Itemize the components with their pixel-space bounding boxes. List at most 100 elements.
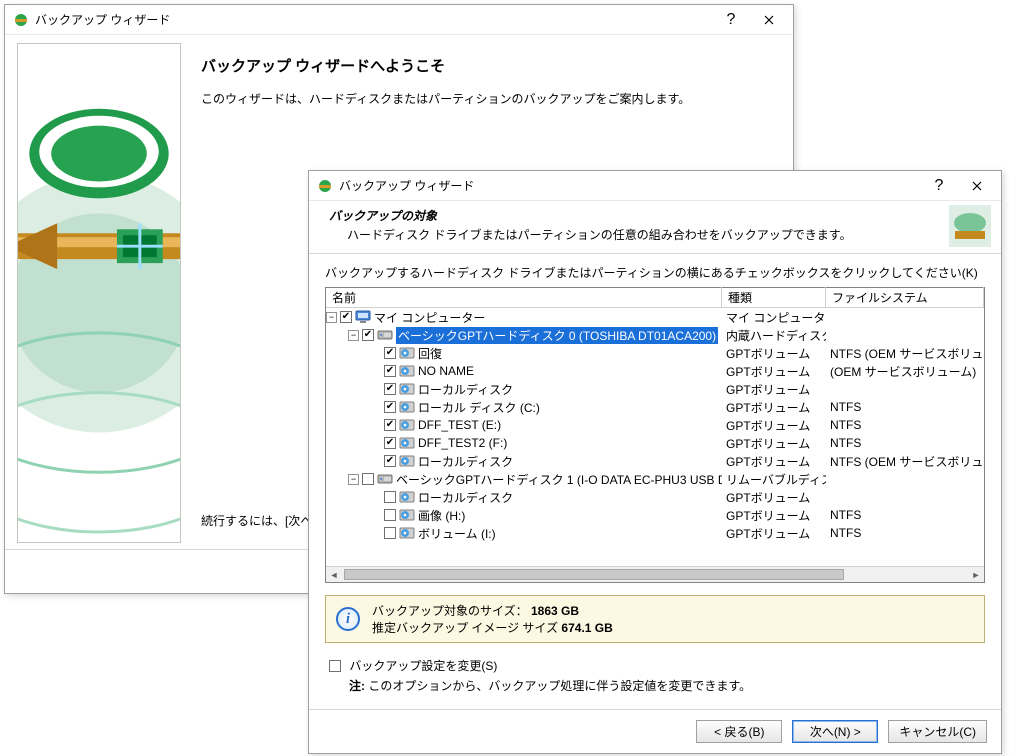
cancel-button[interactable]: キャンセル(C) [888,720,987,743]
row-checkbox[interactable] [384,527,396,539]
collapse-icon[interactable]: − [348,474,359,485]
row-filesystem: NTFS (OEM サービスボリューム [826,345,984,362]
tree-row[interactable]: DFF_TEST2 (F:)GPTボリュームNTFS [326,434,984,452]
note-prefix: 注: [349,679,365,693]
volume-icon [399,345,415,361]
scroll-left-arrow[interactable]: ◄ [326,567,342,582]
tree-row[interactable]: − マイ コンピューター マイ コンピューター [326,308,984,326]
tree-row[interactable]: ローカルディスクGPTボリュームNTFS (OEM サービスボリューム [326,452,984,470]
collapse-icon[interactable]: − [348,330,359,341]
volume-icon [399,507,415,523]
column-type[interactable]: 種類 [722,287,826,308]
info-size-value: 1863 GB [531,604,579,618]
tree-row[interactable]: − ベーシックGPTハードディスク 1 (I-O DATA EC-PHU3 USB… [326,470,984,488]
tree-row[interactable]: ボリューム (I:)GPTボリュームNTFS [326,524,984,542]
app-icon [13,12,29,28]
section-header: バックアップの対象 ハードディスク ドライブまたはパーティションの任意の組み合わ… [309,201,1001,254]
section-title: バックアップの対象 [329,207,987,224]
close-button[interactable] [749,6,789,34]
hdd-icon [377,327,393,343]
row-label: ベーシックGPTハードディスク 1 (I-O DATA EC-PHU3 USB … [396,471,722,488]
row-checkbox[interactable] [384,491,396,503]
info-icon: i [336,607,360,631]
collapse-icon[interactable]: − [326,312,337,323]
column-filesystem[interactable]: ファイルシステム [826,287,984,308]
volume-icon [399,489,415,505]
row-checkbox[interactable] [384,455,396,467]
row-type: GPTボリューム [722,525,826,542]
tree-rows: − マイ コンピューター マイ コンピューター − ベーシックGPTハードディスク 0 … [326,308,984,566]
row-filesystem: (OEM サービスボリューム) [826,363,984,380]
row-filesystem: NTFS [826,508,984,522]
row-filesystem: NTFS (OEM サービスボリューム [826,453,984,470]
tree-row[interactable]: 画像 (H:) GPTボリュームNTFS [326,506,984,524]
next-button[interactable]: 次へ(N) > [792,720,878,743]
column-name[interactable]: 名前 [326,287,722,308]
row-filesystem: NTFS [826,400,984,414]
row-checkbox[interactable] [362,329,374,341]
row-checkbox[interactable] [384,401,396,413]
row-checkbox[interactable] [362,473,374,485]
row-label: マイ コンピューター [374,309,485,326]
tree-header: 名前 種類 ファイルシステム [326,288,984,308]
back-button[interactable]: < 戻る(B) [696,720,782,743]
change-settings-label: バックアップ設定を変更(S) [349,659,497,673]
volume-icon [399,417,415,433]
hdd-icon [377,471,393,487]
volume-icon [399,399,415,415]
tree-row[interactable]: ローカル ディスク (C:) GPTボリュームNTFS [326,398,984,416]
volume-icon [399,381,415,397]
row-type: リムーバブルディスク [722,471,826,488]
row-filesystem: NTFS [826,526,984,540]
wizard-subtext: このウィザードは、ハードディスクまたはパーティションのバックアップをご案内します… [201,90,773,107]
volume-icon [399,435,415,451]
row-filesystem: NTFS [826,418,984,432]
wizard-continue-text: 続行するには、[次へ] [201,512,316,529]
tree-row[interactable]: DFF_TEST (E:)GPTボリュームNTFS [326,416,984,434]
row-checkbox[interactable] [340,311,352,323]
row-type: GPTボリューム [722,435,826,452]
tree-row[interactable]: 回復GPTボリュームNTFS (OEM サービスボリューム [326,344,984,362]
help-button[interactable]: ? [713,6,749,34]
row-checkbox[interactable] [384,347,396,359]
section-icon [949,205,991,247]
expander-blank [370,366,381,377]
close-button[interactable] [957,172,997,200]
row-label: ベーシックGPTハードディスク 0 (TOSHIBA DT01ACA200) [396,327,718,344]
row-type: GPTボリューム [722,363,826,380]
titlebar: バックアップ ウィザード ? [309,171,1001,201]
help-button[interactable]: ? [921,172,957,200]
row-type: 内蔵ハードディスク [722,327,826,344]
change-settings-checkbox-row[interactable]: バックアップ設定を変更(S) [329,657,985,674]
row-type: マイ コンピューター [722,309,826,326]
change-settings-checkbox[interactable] [329,660,341,672]
computer-icon [355,309,371,325]
wizard-heading: バックアップ ウィザードへようこそ [201,55,773,76]
row-checkbox[interactable] [384,437,396,449]
row-label: 画像 (H:) [418,507,465,524]
row-label: ローカルディスク [418,381,513,398]
horizontal-scrollbar[interactable]: ◄ ► [326,566,984,582]
row-label: ローカルディスク [418,489,513,506]
expander-blank [370,528,381,539]
row-type: GPTボリューム [722,399,826,416]
volume-icon [399,453,415,469]
expander-blank [370,492,381,503]
scroll-thumb[interactable] [344,569,844,580]
tree-row[interactable]: ローカルディスクGPTボリューム [326,488,984,506]
row-checkbox[interactable] [384,419,396,431]
info-size-label: バックアップ対象のサイズ： [372,604,528,618]
row-label: ローカル ディスク (C:) [418,399,540,416]
row-label: ローカルディスク [418,453,513,470]
scroll-right-arrow[interactable]: ► [968,567,984,582]
tree-row[interactable]: − ベーシックGPTハードディスク 0 (TOSHIBA DT01ACA200)内… [326,326,984,344]
expander-blank [370,402,381,413]
row-checkbox[interactable] [384,383,396,395]
wizard-footer: < 戻る(B) 次へ(N) > キャンセル(C) [309,709,1001,753]
tree-row[interactable]: ローカルディスクGPTボリューム [326,380,984,398]
tree-row[interactable]: NO NAMEGPTボリューム (OEM サービスボリューム) [326,362,984,380]
row-checkbox[interactable] [384,365,396,377]
change-settings-note: 注: このオプションから、バックアップ処理に伴う設定値を変更できます。 [349,677,985,694]
row-type: GPTボリューム [722,507,826,524]
row-checkbox[interactable] [384,509,396,521]
